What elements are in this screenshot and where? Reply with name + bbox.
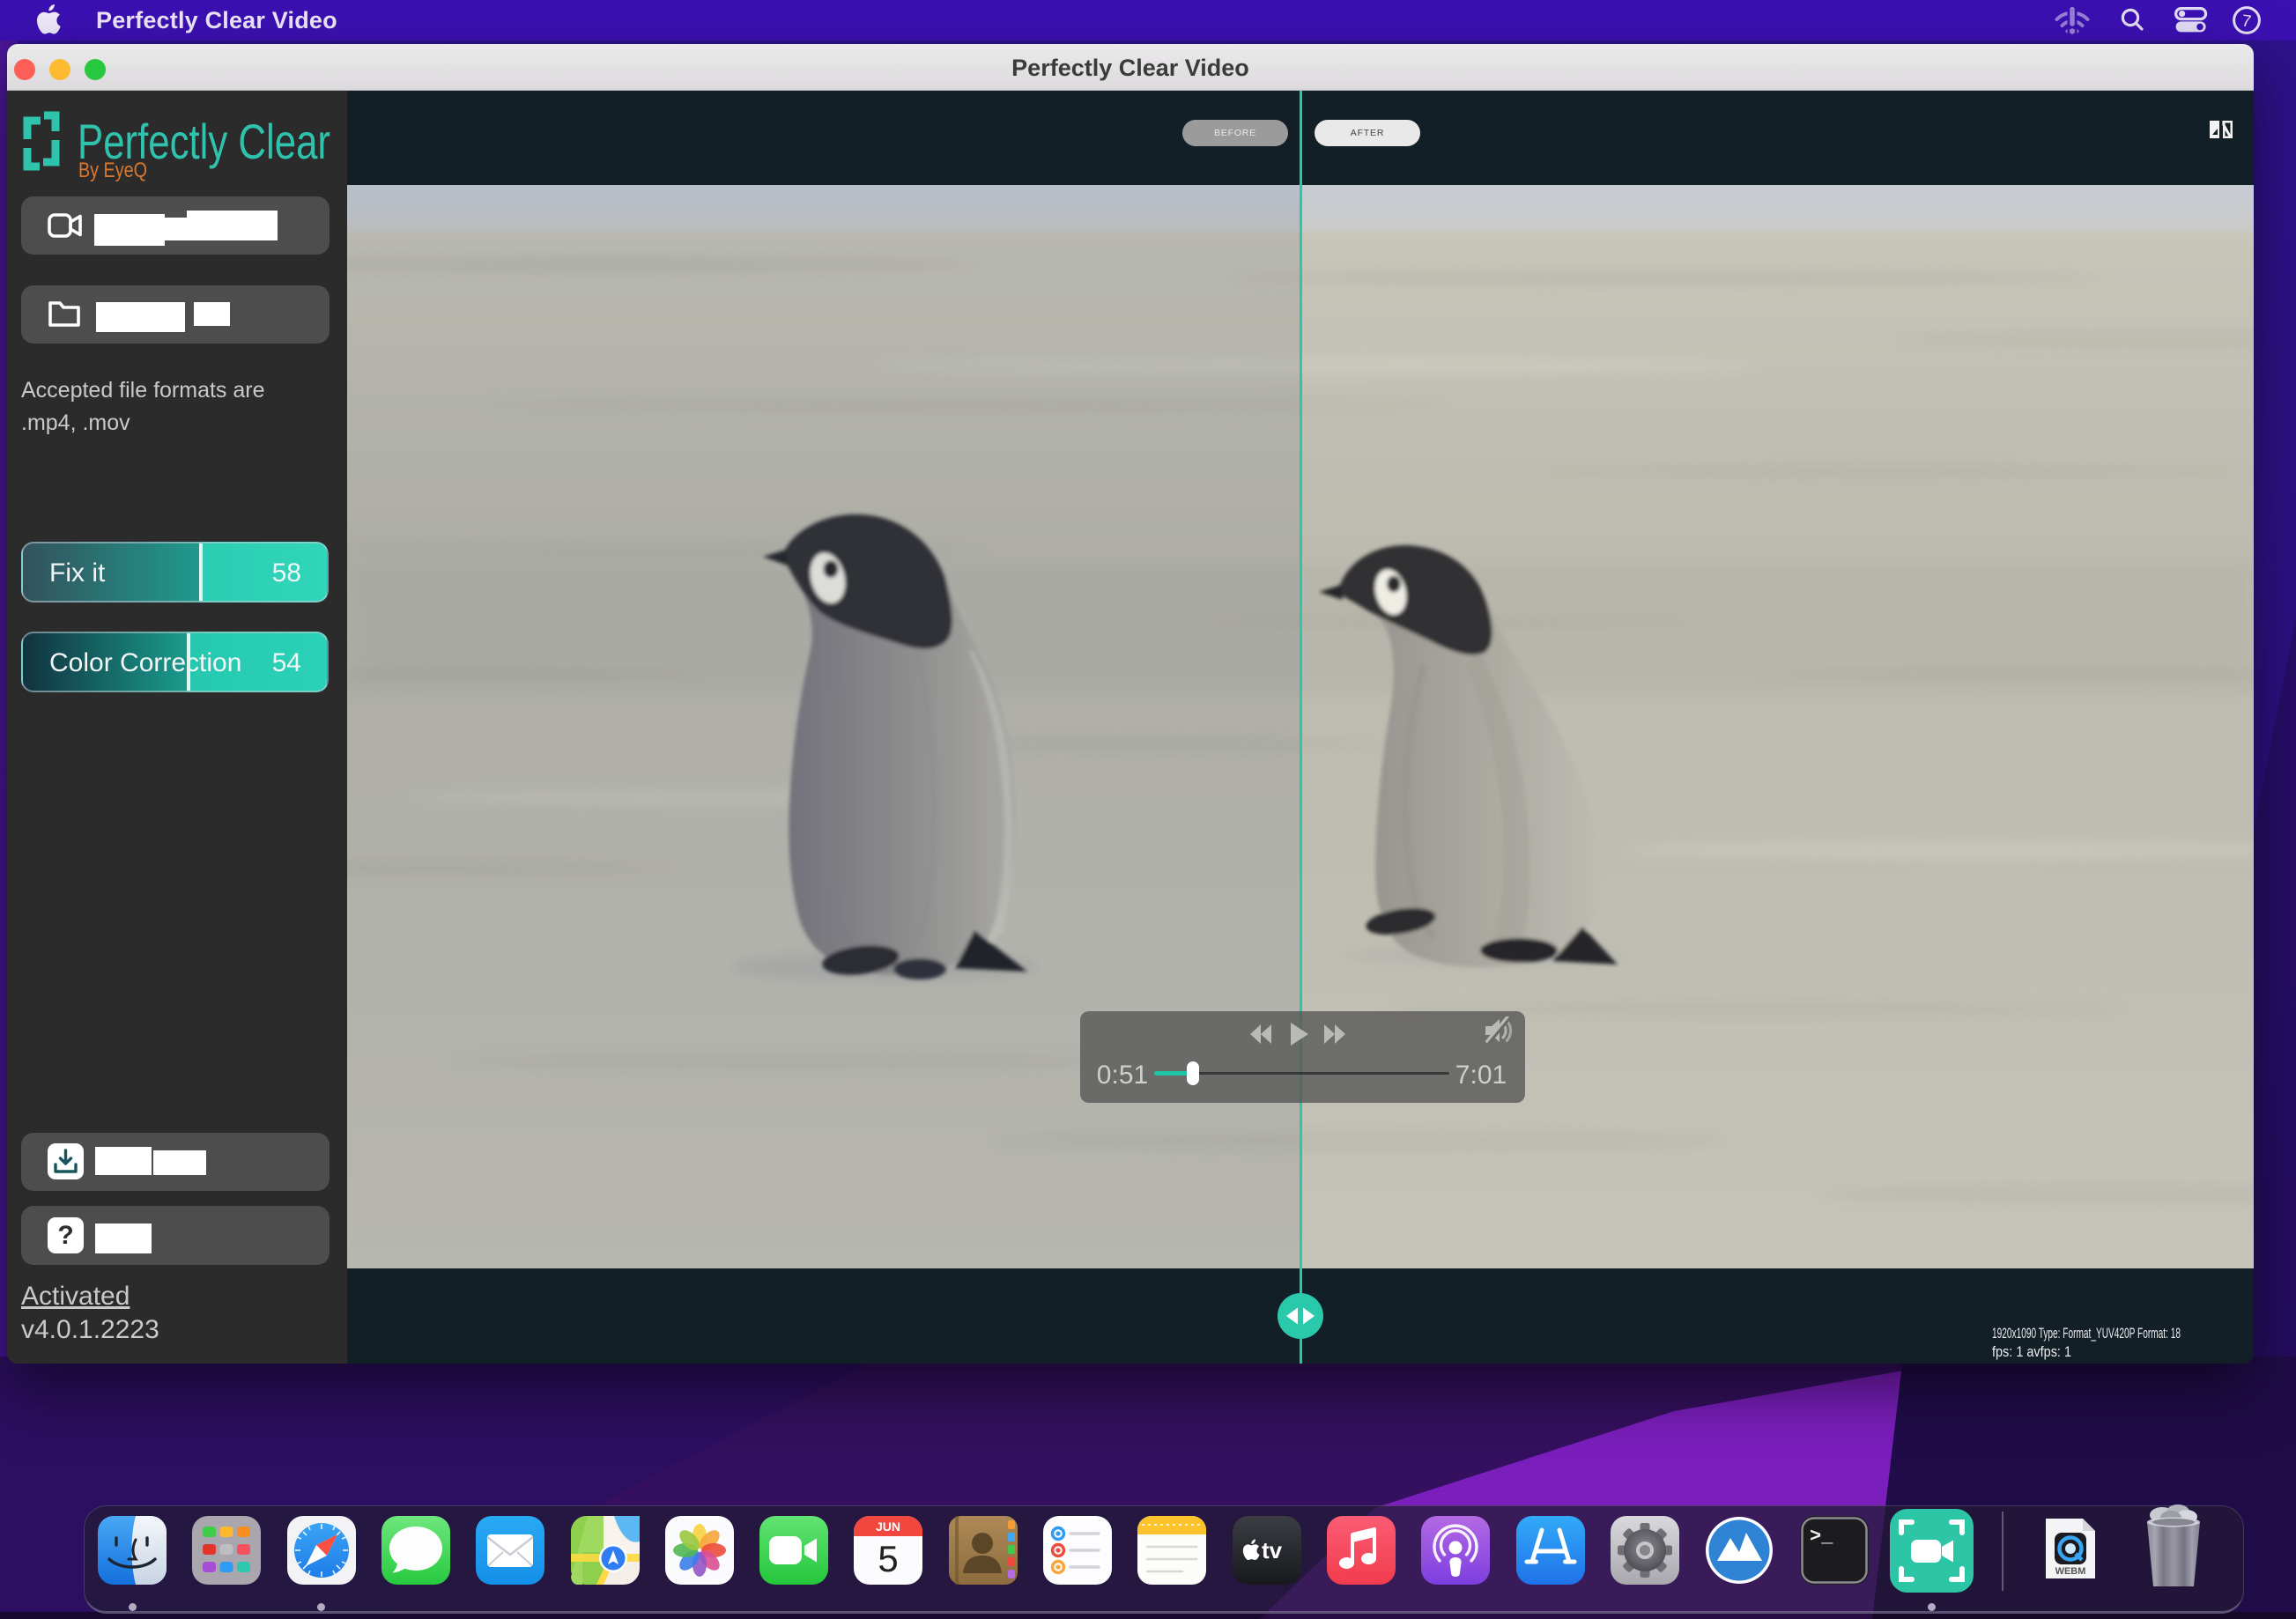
svg-text:fps: 1 avfps: 1: fps: 1 avfps: 1 bbox=[1992, 1344, 2071, 1360]
svg-text:>_: >_ bbox=[1810, 1526, 1833, 1548]
svg-text:5: 5 bbox=[878, 1538, 898, 1579]
svg-text:tv: tv bbox=[1262, 1537, 1283, 1564]
svg-text:WEBM: WEBM bbox=[2055, 1566, 2086, 1577]
svg-text:JUN: JUN bbox=[876, 1519, 900, 1534]
svg-text:By EyeQ: By EyeQ bbox=[78, 159, 147, 182]
svg-text:1920x1090 Type: Format_YUV420P: 1920x1090 Type: Format_YUV420P Format: 1… bbox=[1992, 1326, 2181, 1342]
svg-text:7: 7 bbox=[2240, 11, 2252, 31]
